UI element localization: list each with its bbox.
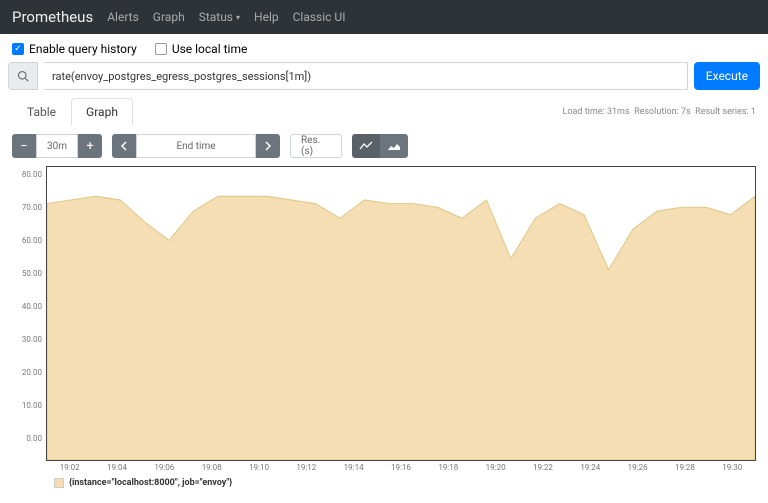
x-tick: 19:02 [46, 463, 93, 472]
range-decrease-button[interactable]: − [12, 134, 36, 158]
x-tick: 19:20 [472, 463, 519, 472]
execute-button[interactable]: Execute [694, 62, 760, 90]
chart-plot[interactable] [46, 166, 756, 461]
brand: Prometheus [12, 8, 93, 26]
time-next-button[interactable] [256, 134, 280, 158]
x-tick: 19:10 [235, 463, 282, 472]
opt-history-label: Enable query history [29, 42, 137, 56]
resolution-input[interactable]: Res. (s) [290, 134, 342, 158]
y-tick: 20.00 [22, 368, 42, 377]
x-tick: 19:14 [330, 463, 377, 472]
opt-localtime-label: Use local time [172, 42, 248, 56]
tab-table[interactable]: Table [12, 98, 71, 126]
range-value[interactable]: 30m [36, 134, 78, 158]
x-tick: 19:22 [519, 463, 566, 472]
mode-stacked-button[interactable] [380, 134, 408, 158]
tab-graph[interactable]: Graph [71, 98, 133, 126]
x-tick: 19:16 [377, 463, 424, 472]
time-prev-button[interactable] [112, 134, 136, 158]
nav-classic[interactable]: Classic UI [293, 10, 346, 24]
y-tick: 70.00 [22, 203, 42, 212]
opt-history[interactable]: ✓ Enable query history [12, 42, 137, 56]
caret-down-icon: ▾ [236, 13, 240, 22]
x-tick: 19:30 [709, 463, 756, 472]
x-tick: 19:26 [614, 463, 661, 472]
x-tick: 19:24 [567, 463, 614, 472]
nav-alerts[interactable]: Alerts [107, 10, 139, 24]
search-icon [8, 62, 38, 90]
x-tick: 19:12 [283, 463, 330, 472]
x-tick: 19:08 [188, 463, 235, 472]
legend-item[interactable]: {instance="localhost:8000", job="envoy"} [54, 478, 756, 488]
end-time-input[interactable]: End time [136, 134, 256, 158]
x-tick: 19:28 [661, 463, 708, 472]
opt-localtime[interactable]: Use local time [155, 42, 248, 56]
x-tick: 19:06 [141, 463, 188, 472]
legend-swatch [54, 478, 64, 488]
y-tick: 60.00 [22, 236, 42, 245]
mode-line-button[interactable] [352, 134, 380, 158]
x-tick: 19:18 [425, 463, 472, 472]
nav-graph[interactable]: Graph [153, 10, 185, 24]
legend-label: {instance="localhost:8000", job="envoy"} [69, 478, 232, 488]
y-tick: 10.00 [22, 401, 42, 410]
query-meta: Load time: 31ms Resolution: 7s Result se… [563, 107, 756, 117]
query-input[interactable] [44, 62, 688, 90]
checkbox-icon: ✓ [12, 43, 24, 55]
checkbox-icon [155, 43, 167, 55]
range-increase-button[interactable]: + [78, 134, 102, 158]
y-tick: 40.00 [22, 302, 42, 311]
y-tick: 30.00 [22, 335, 42, 344]
x-tick: 19:04 [93, 463, 140, 472]
y-tick: 80.00 [22, 170, 42, 179]
nav-help[interactable]: Help [254, 10, 279, 24]
nav-status[interactable]: Status▾ [199, 10, 240, 24]
y-tick: 50.00 [22, 269, 42, 278]
y-tick: 0.00 [26, 434, 42, 443]
